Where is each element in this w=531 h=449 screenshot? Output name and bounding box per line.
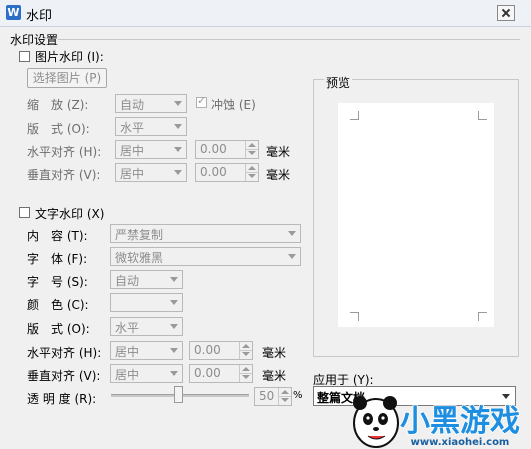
text-valign-value: 居中 bbox=[115, 368, 140, 382]
spin-down-icon[interactable] bbox=[245, 149, 258, 158]
content-label: 内 容 (T): bbox=[27, 229, 88, 243]
text-halign-value: 居中 bbox=[115, 345, 140, 359]
text-halign-select[interactable]: 居中 bbox=[110, 341, 183, 360]
picture-watermark-label: 图片水印 (I): bbox=[35, 50, 104, 64]
color-select[interactable] bbox=[110, 293, 183, 312]
picture-halign-value: 居中 bbox=[120, 144, 145, 158]
text-watermark-checkbox[interactable] bbox=[19, 207, 30, 218]
spin-down-icon[interactable] bbox=[245, 172, 258, 181]
wps-writer-icon: W bbox=[6, 5, 21, 20]
picture-valign-offset-value: 0.00 bbox=[200, 165, 227, 179]
picture-valign-value: 居中 bbox=[120, 167, 145, 181]
spin-up-icon[interactable] bbox=[245, 141, 258, 149]
font-size-select[interactable]: 自动 bbox=[110, 270, 183, 289]
picture-halign-unit: 毫米 bbox=[266, 145, 291, 159]
text-valign-unit: 毫米 bbox=[262, 369, 287, 383]
page-corner-mark bbox=[478, 111, 487, 120]
chevron-down-icon bbox=[170, 300, 178, 305]
picture-halign-select[interactable]: 居中 bbox=[115, 140, 187, 159]
text-layout-value: 水平 bbox=[115, 321, 140, 335]
transparency-label: 透 明 度 (R): bbox=[27, 392, 97, 406]
chevron-down-icon bbox=[174, 124, 182, 129]
page-corner-mark bbox=[350, 312, 359, 321]
picture-halign-offset-spinner[interactable]: 0.00 bbox=[195, 140, 259, 159]
font-size-label: 字 号 (S): bbox=[27, 275, 88, 289]
chevron-down-icon bbox=[174, 170, 182, 175]
picture-layout-label: 版 式 (O): bbox=[27, 122, 90, 136]
text-halign-label: 水平对齐 (H): bbox=[27, 346, 102, 360]
font-label: 字 体 (F): bbox=[27, 252, 88, 266]
text-valign-label: 垂直对齐 (V): bbox=[27, 369, 101, 383]
title-bar bbox=[0, 0, 531, 27]
spin-down-icon[interactable] bbox=[278, 396, 291, 405]
chevron-down-icon bbox=[288, 254, 296, 259]
picture-halign-label: 水平对齐 (H): bbox=[27, 145, 102, 159]
scale-label: 缩 放 (Z): bbox=[27, 98, 89, 112]
scale-select[interactable]: 自动 bbox=[115, 94, 187, 113]
group-divider bbox=[58, 39, 520, 40]
text-halign-offset-spinner[interactable]: 0.00 bbox=[189, 341, 253, 360]
window-title: 水印 bbox=[26, 9, 53, 24]
text-layout-select[interactable]: 水平 bbox=[110, 317, 183, 336]
font-select[interactable]: 微软雅黑 bbox=[110, 247, 301, 266]
chevron-down-icon bbox=[170, 371, 178, 376]
text-valign-offset-spinner[interactable]: 0.00 bbox=[189, 364, 253, 383]
transparency-value: 50 bbox=[259, 389, 275, 403]
chevron-down-icon bbox=[170, 348, 178, 353]
transparency-spinner[interactable]: 50 bbox=[254, 387, 292, 406]
picture-valign-offset-spinner[interactable]: 0.00 bbox=[195, 163, 259, 182]
chevron-down-icon bbox=[170, 277, 178, 282]
font-size-value: 自动 bbox=[115, 274, 140, 288]
chevron-down-icon bbox=[174, 147, 182, 152]
spin-up-icon[interactable] bbox=[278, 388, 291, 396]
select-picture-button[interactable]: 选择图片 (P) bbox=[27, 68, 107, 88]
spin-up-icon[interactable] bbox=[239, 342, 252, 350]
page-corner-mark bbox=[350, 111, 359, 120]
text-halign-offset-value: 0.00 bbox=[194, 343, 221, 357]
chevron-down-icon bbox=[174, 101, 182, 106]
picture-layout-select[interactable]: 水平 bbox=[115, 117, 187, 136]
transparency-slider-thumb[interactable] bbox=[174, 386, 183, 403]
picture-valign-unit: 毫米 bbox=[266, 168, 291, 182]
picture-halign-offset-value: 0.00 bbox=[200, 142, 227, 156]
watermark-settings-label: 水印设置 bbox=[10, 33, 59, 47]
washout-checkbox[interactable] bbox=[196, 94, 207, 108]
transparency-unit: % bbox=[293, 390, 303, 401]
content-value: 严禁复制 bbox=[115, 228, 164, 242]
preview-label: 预览 bbox=[324, 74, 353, 91]
text-valign-select[interactable]: 居中 bbox=[110, 364, 183, 383]
color-label: 颜 色 (C): bbox=[27, 298, 89, 312]
picture-layout-value: 水平 bbox=[120, 121, 145, 135]
content-select[interactable]: 严禁复制 bbox=[110, 224, 301, 243]
washout-label: 冲蚀 (E) bbox=[211, 98, 256, 112]
chevron-down-icon bbox=[288, 231, 296, 236]
chevron-down-icon bbox=[170, 324, 178, 329]
preview-page bbox=[338, 103, 494, 327]
text-watermark-label: 文字水印 (X) bbox=[35, 207, 105, 221]
logo-text: 小黑游戏 bbox=[400, 404, 520, 439]
text-layout-label: 版 式 (O): bbox=[27, 322, 90, 336]
picture-valign-select[interactable]: 居中 bbox=[115, 163, 187, 182]
scale-value: 自动 bbox=[120, 98, 145, 112]
picture-watermark-checkbox[interactable] bbox=[19, 51, 30, 62]
close-button[interactable] bbox=[497, 5, 515, 21]
text-halign-unit: 毫米 bbox=[262, 346, 287, 360]
page-corner-mark bbox=[478, 312, 487, 321]
logo-url: www.xiaohei.com bbox=[411, 437, 510, 448]
text-valign-offset-value: 0.00 bbox=[194, 366, 221, 380]
picture-valign-label: 垂直对齐 (V): bbox=[27, 168, 101, 182]
spin-up-icon[interactable] bbox=[245, 164, 258, 172]
font-value: 微软雅黑 bbox=[115, 251, 164, 265]
spin-down-icon[interactable] bbox=[239, 350, 252, 359]
xiaohei-watermark-logo: 小黑游戏 www.xiaohei.com bbox=[353, 396, 521, 448]
spin-up-icon[interactable] bbox=[239, 365, 252, 373]
spin-down-icon[interactable] bbox=[239, 373, 252, 382]
